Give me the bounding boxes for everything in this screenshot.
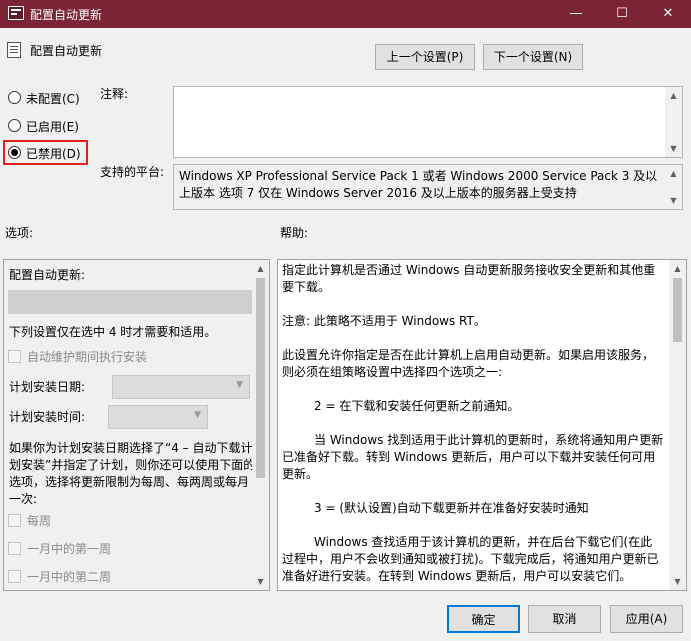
chevron-down-icon: ▼ — [194, 410, 201, 420]
help-paragraph: 此设置允许你指定是否在此计算机上启用自动更新。如果启用该服务，则必须在组策略设置… — [282, 348, 655, 379]
checkbox-box[interactable] — [8, 542, 21, 555]
ok-button[interactable]: 确定 — [447, 605, 520, 633]
configure-updates-label: 配置自动更新: — [9, 268, 86, 282]
apply-button[interactable]: 应用(A) — [610, 605, 683, 633]
configure-updates-dropdown[interactable] — [8, 290, 252, 314]
scroll-down-icon[interactable]: ▼ — [669, 573, 686, 590]
scroll-down-icon[interactable]: ▼ — [665, 192, 682, 209]
scroll-thumb[interactable] — [673, 278, 682, 342]
help-scrollbar[interactable]: ▲ ▼ — [669, 260, 686, 590]
platform-text: Windows XP Professional Service Pack 1 或… — [179, 169, 658, 200]
help-paragraph: 当 Windows 找到适用于此计算机的更新时，系统将通知用户更新已准备好下载。… — [282, 433, 664, 481]
help-paragraph: 指定此计算机是否通过 Windows 自动更新服务接收安全更新和其他重要下载。 — [282, 263, 656, 294]
radio-label: 已启用(E) — [26, 120, 79, 134]
scroll-up-icon[interactable]: ▲ — [252, 260, 269, 277]
checkbox-label: 自动维护期间执行安装 — [27, 350, 148, 364]
help-paragraph: Windows 查找适用于该计算机的更新，并在后台下载它们(在此过程中，用户不会… — [282, 535, 659, 583]
minimize-button[interactable]: — — [553, 0, 599, 28]
options-section-label: 选项: — [5, 226, 34, 240]
previous-setting-button[interactable]: 上一个设置(P) — [375, 44, 475, 70]
comment-textarea[interactable]: ▲ ▼ — [173, 86, 683, 158]
schedule-time-label: 计划安装时间: — [9, 410, 86, 424]
radio-circle[interactable] — [8, 91, 21, 104]
comment-scrollbar[interactable]: ▲ ▼ — [665, 87, 682, 157]
checkbox-label: 一月中的第二周 — [27, 570, 112, 584]
options-panel: 配置自动更新: 下列设置仅在选中 4 时才需要和适用。 自动维护期间执行安装 计… — [3, 259, 270, 591]
window-title: 配置自动更新 — [30, 8, 103, 22]
help-panel: 指定此计算机是否通过 Windows 自动更新服务接收安全更新和其他重要下载。 … — [277, 259, 687, 591]
next-setting-button[interactable]: 下一个设置(N) — [483, 44, 583, 70]
checkbox-label: 每周 — [27, 514, 52, 528]
radio-label: 未配置(C) — [26, 92, 80, 106]
maximize-button[interactable]: ☐ — [599, 0, 645, 28]
title-bar: 配置自动更新 — ☐ ✕ — [0, 0, 691, 28]
schedule-day-combobox[interactable]: ▼ — [112, 375, 250, 399]
options-scrollbar[interactable]: ▲ ▼ — [252, 260, 269, 590]
highlight-box — [3, 140, 88, 165]
scroll-thumb[interactable] — [256, 278, 265, 478]
platform-label: 支持的平台: — [100, 165, 165, 179]
policy-editor-icon — [8, 6, 24, 20]
scroll-up-icon[interactable]: ▲ — [665, 87, 682, 104]
radio-circle[interactable] — [8, 119, 21, 132]
scroll-down-icon[interactable]: ▼ — [665, 140, 682, 157]
close-button[interactable]: ✕ — [645, 0, 691, 28]
comment-label: 注释: — [100, 87, 129, 101]
checkbox-box[interactable] — [8, 350, 21, 363]
scroll-up-icon[interactable]: ▲ — [665, 165, 682, 182]
scroll-up-icon[interactable]: ▲ — [669, 260, 686, 277]
options-paragraph: 如果你为计划安装日期选择了“4 – 自动下载计划安装”并指定了计划，则你还可以使… — [9, 441, 256, 506]
help-text: 指定此计算机是否通过 Windows 自动更新服务接收安全更新和其他重要下载。 … — [282, 262, 664, 590]
options-note: 下列设置仅在选中 4 时才需要和适用。 — [9, 325, 217, 339]
checkbox-box[interactable] — [8, 570, 21, 583]
chevron-down-icon: ▼ — [236, 380, 243, 390]
schedule-day-label: 计划安装日期: — [9, 380, 86, 394]
help-section-label: 帮助: — [280, 226, 309, 240]
help-paragraph: 3 = (默认设置)自动下载更新并在准备好安装时通知 — [314, 501, 589, 515]
scroll-down-icon[interactable]: ▼ — [252, 573, 269, 590]
help-paragraph: 2 = 在下载和安装任何更新之前通知。 — [314, 399, 520, 413]
help-paragraph: 注意: 此策略不适用于 Windows RT。 — [282, 314, 486, 328]
policy-setting-icon — [7, 42, 21, 58]
platform-scrollbar[interactable]: ▲ ▼ — [665, 165, 682, 209]
cancel-button[interactable]: 取消 — [528, 605, 601, 633]
setting-title: 配置自动更新 — [30, 44, 103, 58]
schedule-time-combobox[interactable]: ▼ — [108, 405, 208, 429]
checkbox-label: 一月中的第一周 — [27, 542, 112, 556]
checkbox-box[interactable] — [8, 514, 21, 527]
platform-textbox: Windows XP Professional Service Pack 1 或… — [173, 164, 683, 210]
